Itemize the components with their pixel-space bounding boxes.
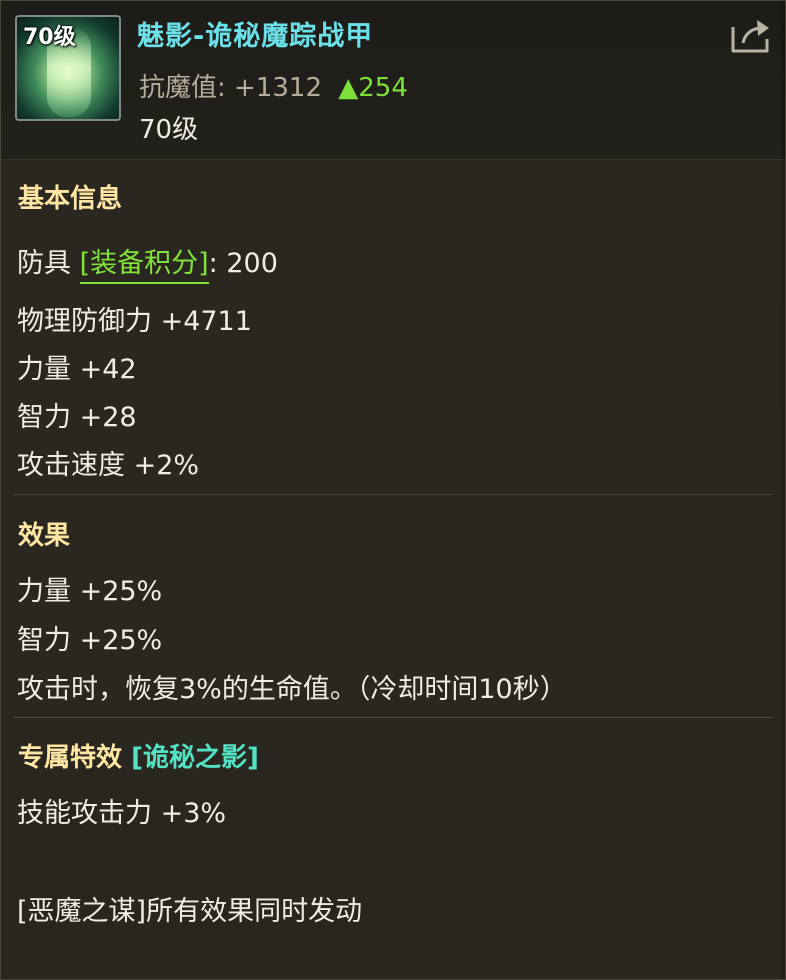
item-level: 70级 (139, 115, 199, 145)
set-effect-note: [恶魔之谋]所有效果同时发动 (17, 896, 363, 927)
tooltip-edge-shadow (779, 1, 785, 979)
effect-title: 效果 (18, 521, 71, 551)
stat-physical-defense: 物理防御力 +4711 (17, 306, 252, 337)
basic-info-title: 基本信息 (18, 184, 123, 214)
section-divider (13, 494, 773, 495)
stat-attack-speed: 攻击速度 +2% (17, 450, 200, 481)
special-skill-attack: 技能攻击力 +3% (17, 798, 227, 829)
anti-magic-stat: 抗魔值: +1312 ▲254 (139, 67, 408, 104)
increase-arrow-icon: ▲ (338, 73, 359, 103)
special-effect-name[interactable]: [诡秘之影] (131, 743, 259, 773)
tooltip-header: 70级 魅影-诡秘魔踪战甲 抗魔值: +1312 ▲254 70级 (1, 1, 785, 160)
special-effect-title: 专属特效 [诡秘之影] (18, 737, 259, 774)
item-tooltip: 70级 魅影-诡秘魔踪战甲 抗魔值: +1312 ▲254 70级 基本信息 防… (0, 0, 786, 980)
anti-magic-label: 抗魔值: (139, 73, 226, 103)
item-icon[interactable]: 70级 (15, 15, 121, 121)
item-name: 魅影-诡秘魔踪战甲 (137, 21, 374, 52)
stat-strength: 力量 +42 (17, 354, 137, 385)
score-colon: : (208, 248, 218, 279)
icon-level-tag: 70级 (23, 25, 76, 50)
share-button[interactable] (729, 15, 773, 55)
anti-magic-value: +1312 (234, 73, 322, 103)
armor-type-label: 防具 (17, 248, 71, 279)
effect-hp-recovery: 攻击时，恢复3%的生命值。（冷却时间10秒） (17, 674, 567, 705)
equipment-score-link[interactable]: [装备积分] (79, 248, 209, 284)
effect-strength: 力量 +25% (17, 576, 163, 607)
share-icon (731, 20, 769, 53)
equipment-score-row: 防具 [装备积分]: 200 (17, 241, 278, 284)
stat-intelligence: 智力 +28 (17, 402, 137, 433)
anti-magic-delta: 254 (358, 73, 408, 103)
effect-intelligence: 智力 +25% (17, 625, 163, 656)
special-effect-label: 专属特效 (18, 743, 123, 773)
equipment-score-value: 200 (226, 248, 278, 279)
section-divider (13, 717, 773, 718)
